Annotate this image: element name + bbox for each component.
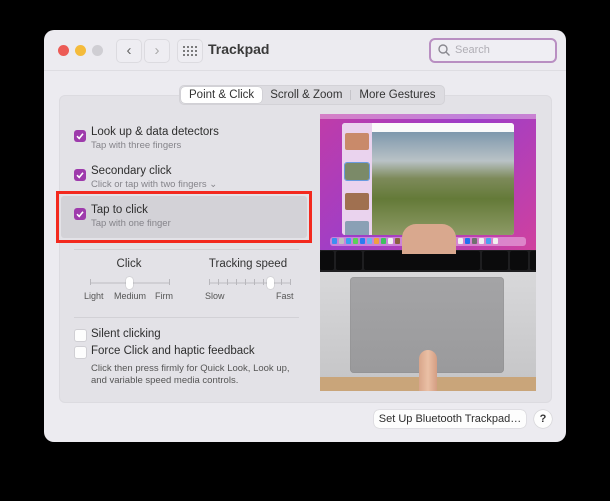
tab-point-and-click[interactable]: Point & Click: [181, 87, 263, 103]
close-button[interactable]: [58, 45, 69, 56]
preview-thumbnail: [345, 193, 369, 210]
tracking-tick: [263, 279, 264, 285]
tracking-slider-knob[interactable]: [267, 277, 274, 289]
minimize-button[interactable]: [75, 45, 86, 56]
dock-app-icon: [479, 238, 484, 244]
click-tick: [169, 279, 170, 285]
forward-button[interactable]: ›: [144, 39, 170, 63]
section-divider: [74, 249, 299, 250]
tracking-slider-track[interactable]: [209, 282, 291, 284]
preview-key: [320, 251, 334, 270]
dock-app-icon: [332, 238, 337, 244]
tracking-tick-fast: Fast: [276, 291, 294, 301]
dock-app-icon: [388, 238, 393, 244]
tracking-tick: [209, 279, 210, 285]
dock-app-icon: [353, 238, 358, 244]
tracking-tick: [236, 279, 237, 285]
look-up-label: Look up & data detectors: [91, 126, 219, 138]
chevron-right-icon: ›: [154, 42, 160, 59]
preview-toolbar: [372, 123, 514, 132]
click-tick-firm: Firm: [155, 291, 173, 301]
tracking-tick: [245, 279, 246, 285]
tracking-tick: [281, 279, 282, 285]
dock-app-icon: [486, 238, 491, 244]
tracking-tick-slow: Slow: [205, 291, 225, 301]
grid-icon: [183, 46, 197, 56]
preview-landscape-photo: [372, 132, 514, 235]
preview-menu-bar: [320, 114, 536, 119]
tracking-tick: [227, 279, 228, 285]
tracking-speed-label: Tracking speed: [208, 258, 288, 270]
zoom-button[interactable]: [92, 45, 103, 56]
force-click-label: Force Click and haptic feedback: [91, 345, 255, 357]
dock-app-icon: [374, 238, 379, 244]
click-tick-light: Light: [84, 291, 104, 301]
tracking-tick: [218, 279, 219, 285]
silent-clicking-checkbox[interactable]: [74, 329, 87, 342]
preview-sidebar: [342, 123, 372, 235]
gesture-preview-video: [320, 114, 536, 391]
title-bar: ‹ › Trackpad Search: [44, 30, 566, 71]
tab-scroll-and-zoom[interactable]: Scroll & Zoom: [262, 87, 350, 103]
preview-key: [530, 251, 536, 270]
tracking-tick: [290, 279, 291, 285]
dock-app-icon: [360, 238, 365, 244]
click-slider-label: Click: [116, 258, 142, 270]
look-up-sublabel: Tap with three fingers: [91, 140, 182, 151]
tap-to-click-label: Tap to click: [91, 204, 148, 216]
preview-thumbnail: [344, 162, 370, 181]
preview-hand: [402, 224, 456, 254]
dock-app-icon: [395, 238, 400, 244]
secondary-click-label: Secondary click: [91, 165, 172, 177]
show-all-button[interactable]: [177, 39, 203, 63]
dock-app-icon: [458, 238, 463, 244]
tap-to-click-sublabel: Tap with one finger: [91, 218, 171, 229]
tab-bar: Point & Click Scroll & Zoom More Gesture…: [179, 85, 446, 105]
click-tick: [90, 279, 91, 285]
selected-row-background: [61, 196, 307, 238]
tracking-tick: [254, 279, 255, 285]
dock-app-icon: [346, 238, 351, 244]
preview-thumbnail: [345, 221, 369, 235]
window-title: Trackpad: [208, 41, 270, 57]
checkmark-icon: [76, 172, 84, 179]
silent-clicking-label: Silent clicking: [91, 328, 161, 340]
click-tick-medium: Medium: [114, 291, 147, 301]
search-field[interactable]: Search: [429, 38, 557, 63]
dock-app-icon: [465, 238, 470, 244]
click-slider-knob[interactable]: [126, 277, 133, 289]
back-button[interactable]: ‹: [116, 39, 142, 63]
chevron-left-icon: ‹: [126, 42, 132, 59]
section-divider: [74, 317, 299, 318]
preview-key: [336, 251, 362, 270]
preview-key: [482, 251, 508, 270]
look-up-checkbox[interactable]: [74, 130, 86, 142]
trackpad-preferences-window: ‹ › Trackpad Search Point & Click Scroll…: [44, 30, 566, 442]
tap-to-click-highlight-box: [56, 191, 312, 243]
tap-to-click-checkbox[interactable]: [74, 208, 86, 220]
secondary-click-checkbox[interactable]: [74, 169, 86, 181]
secondary-click-dropdown[interactable]: Click or tap with two fingers ⌄: [91, 179, 217, 190]
preview-photos-app: [342, 123, 514, 235]
set-up-bluetooth-trackpad-button[interactable]: Set Up Bluetooth Trackpad…: [374, 410, 526, 428]
force-click-description: Click then press firmly for Quick Look, …: [91, 363, 290, 386]
preview-key: [510, 251, 528, 270]
preview-thumbnail: [345, 133, 369, 150]
dock-app-icon: [367, 238, 372, 244]
tab-more-gestures[interactable]: More Gestures: [351, 87, 443, 103]
dock-app-icon: [381, 238, 386, 244]
search-placeholder: Search: [455, 44, 490, 56]
checkmark-icon: [76, 211, 84, 218]
dock-app-icon: [493, 238, 498, 244]
help-button[interactable]: ?: [534, 410, 552, 428]
dock-app-icon: [339, 238, 344, 244]
dock-app-icon: [472, 238, 477, 244]
checkmark-icon: [76, 133, 84, 140]
search-icon: [438, 44, 450, 56]
preview-finger: [419, 350, 437, 391]
force-click-checkbox[interactable]: [74, 346, 87, 359]
